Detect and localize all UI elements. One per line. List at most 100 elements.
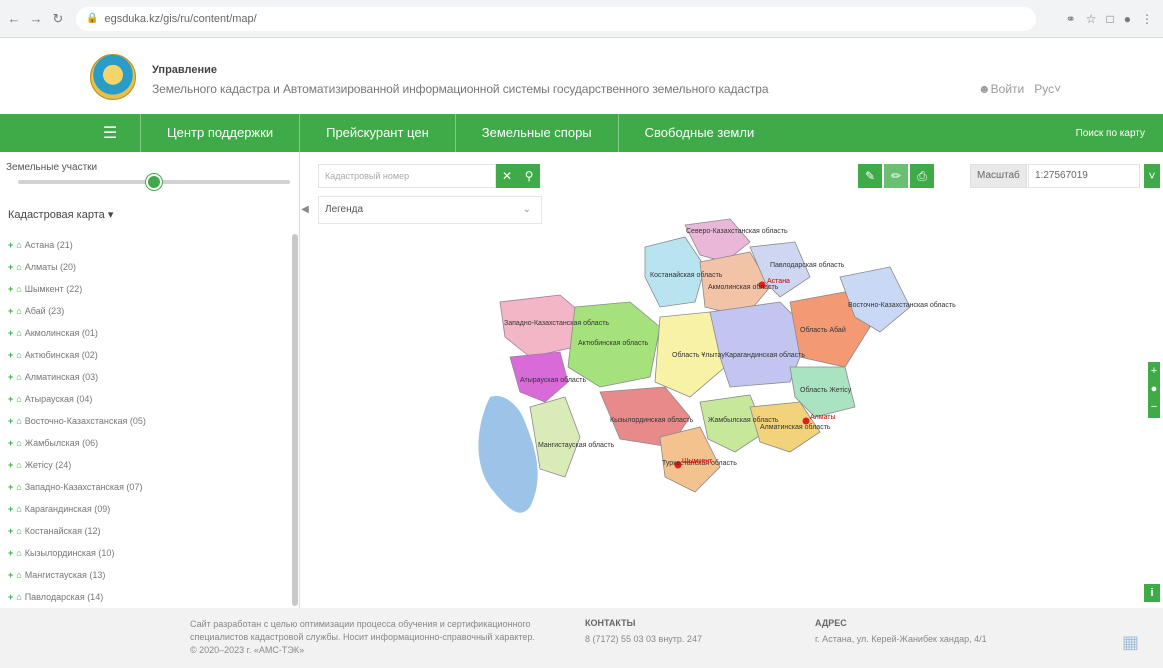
chevron-down-icon: ˅ xyxy=(1148,169,1156,183)
expand-icon[interactable]: + xyxy=(8,438,13,448)
map-label: Восточно-Казахстанская область xyxy=(848,301,956,309)
expand-icon[interactable]: + xyxy=(8,548,13,558)
expand-icon[interactable]: + xyxy=(8,350,13,360)
map-label: Область Ұлытау xyxy=(672,351,725,359)
reset-view-icon[interactable]: ● xyxy=(1148,380,1160,398)
scale-value[interactable]: 1:27567019 xyxy=(1028,164,1140,188)
info-icon: i xyxy=(1150,587,1154,599)
contacts-text[interactable]: 8 (7172) 55 03 03 внутр. 247 xyxy=(585,634,702,644)
region-list-item[interactable]: + ⌂ Атырауская (04) xyxy=(8,388,288,410)
map-label: Кызылординская область xyxy=(610,416,694,424)
region-label: Костанайская (12) xyxy=(24,526,101,536)
zoom-out-icon[interactable]: − xyxy=(1148,398,1160,416)
map-search-link[interactable]: Поиск по карту xyxy=(1076,128,1163,139)
region-list-item[interactable]: + ⌂ Западно-Казахстанская (07) xyxy=(8,476,288,498)
map-label: Область Абай xyxy=(800,326,846,334)
region-icon: ⌂ xyxy=(16,570,22,580)
expand-icon[interactable]: + xyxy=(8,306,13,316)
scale-dropdown-button[interactable]: ˅ xyxy=(1144,164,1160,188)
language-select[interactable]: Рус˅ xyxy=(1034,82,1061,96)
bookmark-star-icon[interactable]: ☆ xyxy=(1086,12,1097,26)
region-list-item[interactable]: + ⌂ Актюбинская (02) xyxy=(8,344,288,366)
address-title: АДРЕС xyxy=(815,618,847,628)
map-label: Павлодарская область xyxy=(770,261,845,269)
region-icon: ⌂ xyxy=(16,460,22,470)
region-list-item[interactable]: + ⌂ Мангистауская (13) xyxy=(8,564,288,586)
expand-icon[interactable]: + xyxy=(8,460,13,470)
region-list-item[interactable]: + ⌂ Акмолинская (01) xyxy=(8,322,288,344)
expand-icon[interactable]: + xyxy=(8,504,13,514)
region-list-item[interactable]: + ⌂ Астана (21) xyxy=(8,234,288,256)
expand-icon[interactable]: + xyxy=(8,592,13,602)
region-label: Атырауская (04) xyxy=(24,394,93,404)
region-list-item[interactable]: + ⌂ Алматы (20) xyxy=(8,256,288,278)
nav-support-center[interactable]: Центр поддержки xyxy=(140,114,299,152)
site-header: Управление Земельного кадастра и Автомат… xyxy=(0,38,1163,114)
search-button[interactable]: ⚲ xyxy=(518,164,540,188)
collapse-sidebar-icon[interactable]: ◀ xyxy=(300,200,310,220)
printer-icon: ⎙ xyxy=(917,168,927,183)
region-list-item[interactable]: + ⌂ Павлодарская (14) xyxy=(8,586,288,606)
region-icon: ⌂ xyxy=(16,526,22,536)
region-label: Акмолинская (01) xyxy=(24,328,98,338)
nav-free-land[interactable]: Свободные земли xyxy=(617,114,781,152)
expand-icon[interactable]: + xyxy=(8,526,13,536)
print-button[interactable]: ⎙ xyxy=(910,164,934,188)
cadastral-search-input[interactable]: Кадастровый номер xyxy=(318,164,496,188)
map-label: Атырауская область xyxy=(520,376,586,384)
expand-icon[interactable]: + xyxy=(8,570,13,580)
region-list-item[interactable]: + ⌂ Жамбылская (06) xyxy=(8,432,288,454)
sidebar-scrollbar[interactable] xyxy=(292,234,298,606)
back-icon[interactable]: ← xyxy=(6,11,22,27)
region-list-item[interactable]: + ⌂ Шымкент (22) xyxy=(8,278,288,300)
opacity-slider-handle[interactable] xyxy=(146,174,162,190)
draw-tool-button[interactable]: ✏ xyxy=(884,164,908,188)
profile-icon[interactable]: ● xyxy=(1124,12,1131,26)
org-subtitle: Земельного кадастра и Автоматизированной… xyxy=(152,82,769,96)
clear-search-button[interactable]: ✕ xyxy=(496,164,518,188)
nav-price-list[interactable]: Прейскурант цен xyxy=(299,114,455,152)
expand-icon[interactable]: + xyxy=(8,394,13,404)
map-label: Алматы xyxy=(810,414,836,421)
zoom-in-icon[interactable]: + xyxy=(1148,362,1160,380)
expand-icon[interactable]: + xyxy=(8,284,13,294)
info-button[interactable]: i xyxy=(1144,584,1160,602)
region-icon: ⌂ xyxy=(16,306,22,316)
ruler-icon: ✎ xyxy=(864,169,876,183)
region-label: Жетісу (24) xyxy=(24,460,72,470)
region-list-item[interactable]: + ⌂ Костанайская (12) xyxy=(8,520,288,542)
layer-select[interactable]: Кадастровая карта ▾ xyxy=(8,208,113,221)
address-bar[interactable]: 🔒 egsduka.kz/gis/ru/content/map/ xyxy=(76,6,1036,31)
expand-icon[interactable]: + xyxy=(8,482,13,492)
region-list-item[interactable]: + ⌂ Карагандинская (09) xyxy=(8,498,288,520)
region-list-item[interactable]: + ⌂ Алматинская (03) xyxy=(8,366,288,388)
region-label: Мангистауская (13) xyxy=(24,570,106,580)
reload-icon[interactable]: ↻ xyxy=(50,11,66,27)
forward-icon[interactable]: → xyxy=(28,11,44,27)
region-icon: ⌂ xyxy=(16,262,22,272)
measure-tool-button[interactable]: ✎ xyxy=(858,164,882,188)
expand-icon[interactable]: + xyxy=(8,240,13,250)
tab-icon[interactable]: □ xyxy=(1107,12,1114,26)
region-list-item[interactable]: + ⌂ Кызылординская (10) xyxy=(8,542,288,564)
expand-icon[interactable]: + xyxy=(8,416,13,426)
region-list-item[interactable]: + ⌂ Жетісу (24) xyxy=(8,454,288,476)
region-label: Абай (23) xyxy=(24,306,65,316)
footer-logo-icon: ▦ xyxy=(1122,632,1140,652)
region-list-item[interactable]: + ⌂ Восточно-Казахстанская (05) xyxy=(8,410,288,432)
region-list-item[interactable]: + ⌂ Абай (23) xyxy=(8,300,288,322)
nav-land-disputes[interactable]: Земельные споры xyxy=(454,114,618,152)
map-label: Костанайская область xyxy=(650,271,723,279)
map-label: Астана xyxy=(767,278,790,285)
state-emblem-logo[interactable] xyxy=(90,54,136,100)
expand-icon[interactable]: + xyxy=(8,372,13,382)
kebab-menu-icon[interactable]: ⋮ xyxy=(1141,12,1153,26)
hamburger-menu-icon[interactable]: ☰ xyxy=(80,123,140,143)
address-text: г. Астана, ул. Керей-Жанибек хандар, 4/1 xyxy=(815,634,987,644)
expand-icon[interactable]: + xyxy=(8,262,13,272)
expand-icon[interactable]: + xyxy=(8,328,13,338)
kazakhstan-map[interactable]: Северо-Казахстанская область Костанайска… xyxy=(450,207,1010,527)
region-label: Алматинская (03) xyxy=(24,372,99,382)
share-icon[interactable]: ⚭ xyxy=(1066,12,1076,26)
login-link[interactable]: ☻Войти xyxy=(978,82,1024,96)
